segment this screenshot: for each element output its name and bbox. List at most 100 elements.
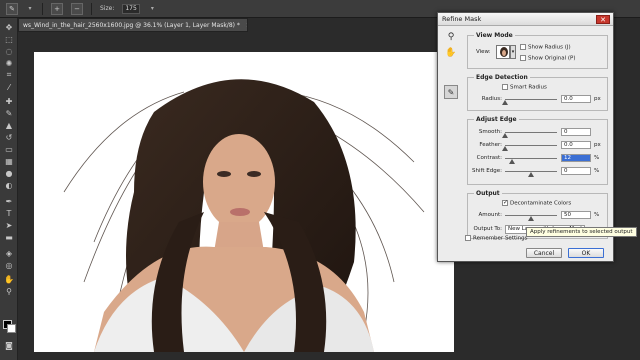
amount-slider[interactable] [505, 215, 557, 221]
add-brush-icon[interactable]: + [51, 2, 63, 15]
view-dropdown[interactable]: ▾ [510, 45, 516, 59]
output-to-label: Output To: [473, 226, 503, 232]
history-brush-tool-icon[interactable]: ↺ [3, 132, 15, 142]
smart-radius-label: Smart Radius [510, 84, 547, 91]
shift-edge-slider[interactable] [505, 171, 557, 177]
smooth-input[interactable]: 0 [561, 128, 591, 136]
quick-mask-icon[interactable]: ◙ [3, 340, 15, 350]
contrast-slider-knob[interactable] [509, 159, 515, 164]
amount-slider-knob[interactable] [528, 216, 534, 221]
view-thumbnail[interactable] [496, 45, 510, 59]
refine-mask-dialog: Refine Mask ✕ ⚲ ✋ ✎ View Mode View: ▾ Sh… [437, 12, 614, 262]
size-dropdown[interactable]: ▾ [148, 4, 156, 14]
background-color-swatch[interactable] [7, 324, 16, 333]
type-tool-icon[interactable]: T [3, 208, 15, 218]
contrast-unit: % [594, 155, 600, 161]
smart-radius-option[interactable]: Smart Radius [502, 84, 547, 91]
hand-icon[interactable]: ✋ [445, 47, 457, 59]
ok-button[interactable]: OK [568, 248, 604, 258]
gradient-tool-icon[interactable]: ▦ [3, 156, 15, 166]
show-original-label: Show Original (P) [528, 55, 576, 62]
feather-slider[interactable] [502, 145, 557, 151]
zoom-tool-icon[interactable]: ⚲ [3, 286, 15, 296]
brush-tool-icon[interactable]: ✎ [3, 108, 15, 118]
decontaminate-checkbox[interactable] [502, 199, 508, 206]
stamp-tool-icon[interactable]: ▲ [3, 120, 15, 130]
amount-row: Amount: 50 % [468, 211, 609, 221]
quick-select-tool-icon[interactable]: ✺ [3, 58, 15, 68]
show-radius-option[interactable]: Show Radius (J) [520, 44, 571, 51]
contrast-label: Contrast: [476, 155, 502, 161]
shape-tool-icon[interactable]: ▬ [3, 232, 15, 242]
feather-row: Feather: 0.0 px [468, 141, 609, 151]
view-thumbnail-image [497, 46, 509, 58]
dialog-title: Refine Mask [442, 15, 482, 23]
dodge-tool-icon[interactable]: ◐ [3, 180, 15, 190]
path-select-tool-icon[interactable]: ➤ [3, 220, 15, 230]
smooth-label: Smooth: [478, 129, 502, 135]
brush-tool-icon[interactable]: ✎ [6, 2, 18, 15]
zoom-icon[interactable]: ⚲ [445, 31, 457, 43]
3d-camera-tool-icon[interactable]: ◎ [3, 260, 15, 270]
healing-tool-icon[interactable]: ✚ [3, 96, 15, 106]
amount-label: Amount: [478, 212, 502, 218]
show-original-option[interactable]: Show Original (P) [520, 55, 575, 62]
tool-preset-dropdown[interactable]: ▾ [26, 4, 34, 14]
pen-tool-icon[interactable]: ✒ [3, 196, 15, 206]
close-icon[interactable]: ✕ [596, 15, 610, 24]
radius-slider[interactable] [502, 99, 557, 105]
adjust-edge-title: Adjust Edge [474, 116, 519, 123]
feather-slider-knob[interactable] [502, 146, 508, 151]
feather-unit: px [594, 142, 601, 148]
size-label: Size: [100, 5, 115, 12]
size-input[interactable]: 175 [122, 3, 141, 14]
document-canvas[interactable] [34, 52, 454, 352]
shift-edge-slider-knob[interactable] [528, 172, 534, 177]
contrast-slider[interactable] [505, 158, 557, 164]
smooth-row: Smooth: 0 [468, 128, 609, 138]
cancel-button[interactable]: Cancel [526, 248, 562, 258]
radius-label: Radius: [481, 96, 502, 102]
shift-edge-input[interactable]: 0 [561, 167, 591, 175]
smooth-slider[interactable] [502, 132, 557, 138]
output-tooltip: Apply refinements to selected output [526, 227, 637, 237]
show-radius-checkbox[interactable] [520, 44, 526, 50]
hand-tool-icon[interactable]: ✋ [3, 274, 15, 284]
amount-input[interactable]: 50 [561, 211, 591, 219]
blur-tool-icon[interactable]: ● [3, 168, 15, 178]
view-mode-title: View Mode [474, 32, 515, 39]
remember-settings-option[interactable]: Remember Settings [465, 235, 528, 242]
radius-input[interactable]: 0.0 [561, 95, 591, 103]
shift-edge-unit: % [594, 168, 600, 174]
show-original-checkbox[interactable] [520, 55, 526, 61]
contrast-input[interactable]: 12 [561, 154, 591, 162]
close-document-icon[interactable]: × [246, 22, 247, 29]
move-tool-icon[interactable]: ✥ [3, 22, 15, 32]
amount-unit: % [594, 212, 600, 218]
radius-row: Radius: 0.0 px [468, 95, 609, 105]
decontaminate-option[interactable]: Decontaminate Colors [502, 199, 571, 207]
marquee-tool-icon[interactable]: ⬚ [3, 34, 15, 44]
divider [42, 2, 43, 15]
show-radius-label: Show Radius (J) [528, 44, 571, 51]
smart-radius-checkbox[interactable] [502, 84, 508, 90]
output-title: Output [474, 190, 502, 197]
subtract-brush-icon[interactable]: − [71, 2, 83, 15]
3d-tool-icon[interactable]: ◈ [3, 248, 15, 258]
dialog-title-bar[interactable]: Refine Mask [438, 13, 613, 26]
radius-unit: px [594, 96, 601, 102]
smooth-slider-knob[interactable] [502, 133, 508, 138]
lasso-tool-icon[interactable]: ◌ [3, 46, 15, 56]
shift-edge-label: Shift Edge: [472, 168, 502, 174]
remember-settings-checkbox[interactable] [465, 235, 471, 241]
tools-panel: ✥ ⬚ ◌ ✺ ⌗ ⁄ ✚ ✎ ▲ ↺ ▭ ▦ ● ◐ ✒ T ➤ ▬ ◈ ◎ … [0, 18, 18, 360]
document-tab[interactable]: ws_Wind_in_the_hair_2560x1600.jpg @ 36.1… [18, 18, 248, 32]
view-mode-section: View Mode View: ▾ Show Radius (J) Show O… [467, 32, 608, 69]
radius-slider-knob[interactable] [502, 100, 508, 105]
portrait-image [63, 79, 425, 352]
eraser-tool-icon[interactable]: ▭ [3, 144, 15, 154]
eyedropper-tool-icon[interactable]: ⁄ [3, 82, 15, 92]
refine-brush-icon[interactable]: ✎ [444, 85, 458, 99]
crop-tool-icon[interactable]: ⌗ [3, 70, 15, 80]
feather-input[interactable]: 0.0 [561, 141, 591, 149]
